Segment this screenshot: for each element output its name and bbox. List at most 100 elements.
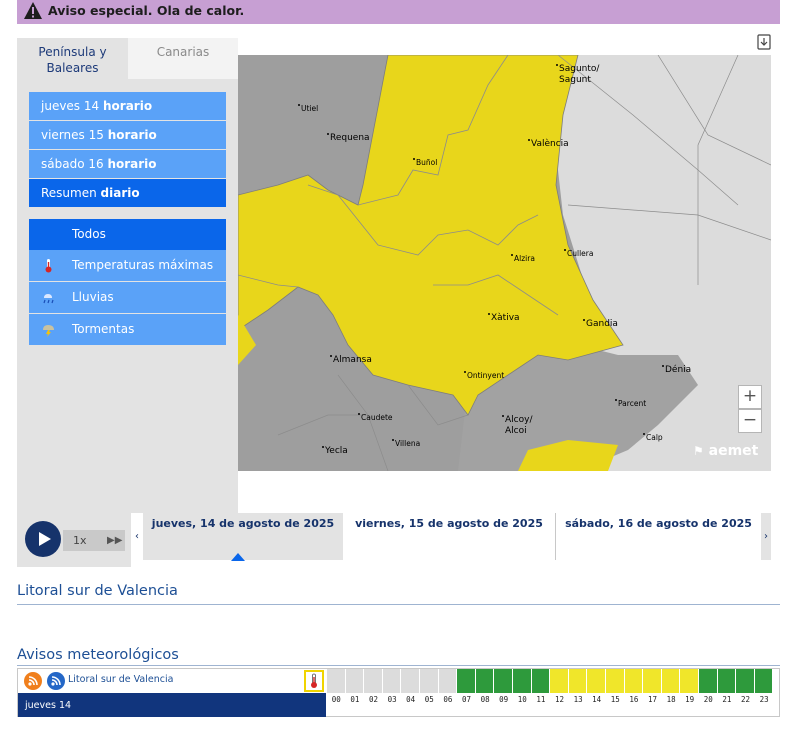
timeline-prev-button[interactable]: ‹ xyxy=(131,513,143,560)
map-canvas xyxy=(238,55,771,471)
hour-label: 08 xyxy=(480,695,490,704)
filter-label: Temperaturas máximas xyxy=(72,258,214,272)
town-label: Gandia xyxy=(586,319,618,329)
hour-cell[interactable] xyxy=(587,669,606,693)
hour-cell[interactable] xyxy=(364,669,383,693)
hour-cell[interactable] xyxy=(531,669,551,693)
day-item-sabado[interactable]: sábado 16 horario xyxy=(29,150,226,178)
zoom-in-button[interactable]: + xyxy=(738,385,762,409)
rss-icon[interactable] xyxy=(24,672,42,690)
tab-canarias[interactable]: Canarias xyxy=(128,38,238,79)
warnings-title: Avisos meteorológicos xyxy=(17,647,179,663)
town-alzira: Alzira xyxy=(511,254,535,263)
rss-glyph xyxy=(28,676,38,686)
hour-label: 10 xyxy=(517,695,527,704)
hour-label: 09 xyxy=(499,695,509,704)
town-label: Villena xyxy=(395,439,421,448)
hour-label: 14 xyxy=(592,695,602,704)
hour-label: 04 xyxy=(406,695,416,704)
hour-cell[interactable] xyxy=(699,669,718,693)
filter-tormentas[interactable]: Tormentas xyxy=(29,314,226,345)
hour-cell[interactable] xyxy=(401,669,420,693)
zone-title: Litoral sur de Valencia xyxy=(17,583,178,599)
alert-banner[interactable]: Aviso especial. Ola de calor. xyxy=(17,0,780,24)
hour-label: 11 xyxy=(536,695,546,704)
speed-label: 1x xyxy=(73,534,87,547)
hour-cell[interactable] xyxy=(624,669,644,693)
hour-label: 18 xyxy=(666,695,676,704)
town-valencia: València xyxy=(528,139,569,149)
warnings-sidebar: Península y Baleares Canarias jueves 14 … xyxy=(17,38,238,514)
hour-cell[interactable] xyxy=(457,669,476,693)
day-item-viernes[interactable]: viernes 15 horario xyxy=(29,121,226,149)
hour-cell[interactable] xyxy=(680,669,699,693)
hour-cell[interactable] xyxy=(568,669,588,693)
warnings-day-label: jueves 14 xyxy=(18,693,326,717)
hour-label: 13 xyxy=(573,695,583,704)
town-sagunto: Sagunto/ Sagunt xyxy=(556,64,603,86)
tab-peninsula[interactable]: Península y Baleares xyxy=(17,38,128,79)
filter-temperaturas-maximas[interactable]: Temperaturas máximas xyxy=(29,250,226,281)
timeline-day-sabado[interactable]: sábado, 16 de agosto de 2025 xyxy=(555,513,761,560)
hour-cell[interactable] xyxy=(513,669,532,693)
town-villena: Villena xyxy=(392,439,420,448)
town-yecla: Yecla xyxy=(322,446,348,456)
hour-cell[interactable] xyxy=(643,669,662,693)
warnings-zone-link[interactable]: Litoral sur de Valencia xyxy=(68,674,173,685)
filter-label: Lluvias xyxy=(72,290,114,304)
divider xyxy=(17,665,780,666)
hourly-warning-grid: 00 01 02 03 04 05 06 07 08 09 10 11 12 13 14 15 16 17 18 19… xyxy=(327,669,777,717)
town-label: Utiel xyxy=(301,104,319,113)
play-button[interactable] xyxy=(25,521,61,557)
town-label: Alcoy/ Alcoi xyxy=(505,415,533,436)
feed-icon[interactable] xyxy=(47,672,65,690)
town-label: València xyxy=(531,139,569,149)
hour-cell[interactable] xyxy=(754,669,774,693)
hour-cell[interactable] xyxy=(345,669,365,693)
hour-cell[interactable] xyxy=(661,669,681,693)
hour-label: 16 xyxy=(629,695,639,704)
hour-cell[interactable] xyxy=(550,669,569,693)
fast-forward-icon[interactable]: ▶▶ xyxy=(107,530,122,551)
hour-cell[interactable] xyxy=(420,669,439,693)
town-gandia: Gandia xyxy=(583,319,618,329)
hour-cell[interactable] xyxy=(736,669,755,693)
town-label: Buñol xyxy=(416,158,438,167)
player-controls: 1x ▶▶ xyxy=(17,513,131,567)
filter-lluvias[interactable]: Lluvias xyxy=(29,282,226,313)
hour-cell[interactable] xyxy=(494,669,513,693)
hour-cell[interactable] xyxy=(475,669,495,693)
town-label: Yecla xyxy=(325,446,348,456)
thermometer-icon xyxy=(45,259,52,273)
warning-icon xyxy=(24,2,42,19)
town-cullera: Cullera xyxy=(564,249,593,258)
town-caudete: Caudete xyxy=(358,413,393,422)
town-requena: Requena xyxy=(327,133,370,143)
speed-selector[interactable]: 1x ▶▶ xyxy=(63,530,125,551)
timeline-day-viernes[interactable]: viernes, 15 de agosto de 2025 xyxy=(343,513,555,560)
town-label: Cullera xyxy=(567,249,594,258)
hour-cell[interactable] xyxy=(382,669,402,693)
storm-icon xyxy=(43,325,54,337)
zoom-out-button[interactable]: − xyxy=(738,409,762,433)
filter-todos[interactable]: Todos xyxy=(29,219,226,250)
thermometer-icon xyxy=(304,670,324,692)
hour-cell[interactable] xyxy=(717,669,737,693)
day-item-label: sábado 16 xyxy=(41,157,104,171)
town-label: Requena xyxy=(330,133,370,143)
day-item-jueves[interactable]: jueves 14 horario xyxy=(29,92,226,120)
warnings-map[interactable]: Sagunto/ Sagunt Utiel Requena València B… xyxy=(238,55,771,471)
hour-label: 17 xyxy=(647,695,657,704)
hour-label: 01 xyxy=(350,695,360,704)
town-denia: Dénia xyxy=(662,365,691,375)
download-icon[interactable] xyxy=(757,34,771,50)
hour-cell[interactable] xyxy=(606,669,625,693)
rain-icon xyxy=(43,294,54,304)
hour-label: 00 xyxy=(331,695,341,704)
town-label: Ontinyent xyxy=(467,371,505,380)
hour-label: 06 xyxy=(443,695,453,704)
timeline-next-button[interactable]: › xyxy=(761,513,771,560)
hour-cell[interactable] xyxy=(327,669,346,693)
day-item-resumen[interactable]: Resumen diario xyxy=(29,179,226,207)
hour-cell[interactable] xyxy=(438,669,458,693)
